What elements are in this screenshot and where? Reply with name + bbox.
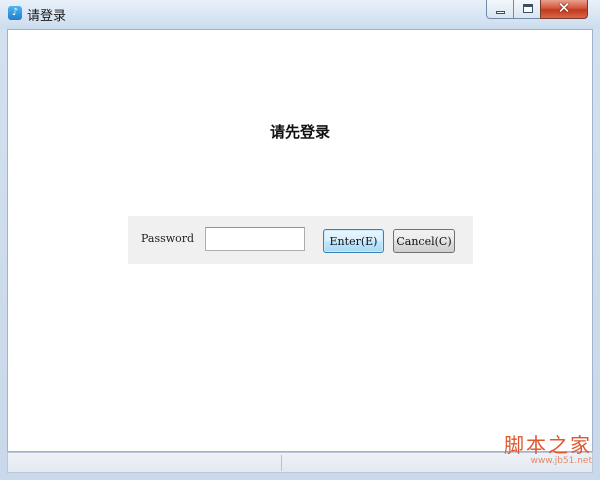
close-icon: ✕ — [557, 0, 571, 17]
status-divider — [281, 455, 282, 471]
minimize-icon — [496, 11, 505, 14]
maximize-icon — [523, 4, 533, 13]
password-label: Password — [141, 232, 195, 245]
cancel-button[interactable]: Cancel(C) — [393, 229, 455, 253]
login-panel: Password Enter(E) Cancel(C) — [128, 216, 473, 264]
close-button[interactable]: ✕ — [540, 0, 588, 19]
maximize-button[interactable] — [513, 0, 541, 19]
watermark: 脚本之家 www.jb51.net — [504, 434, 592, 467]
minimize-button[interactable] — [486, 0, 514, 19]
page-title: 请先登录 — [269, 123, 330, 141]
title-bar[interactable]: ♪ 请登录 ✕ — [0, 0, 600, 29]
app-icon: ♪ — [8, 6, 22, 20]
password-field[interactable] — [205, 227, 305, 251]
watermark-text: 脚本之家 — [504, 433, 592, 457]
window-title: 请登录 — [27, 9, 67, 24]
client-area: 请先登录 Password Enter(E) Cancel(C) — [7, 29, 593, 452]
enter-button[interactable]: Enter(E) — [323, 229, 384, 253]
watermark-url: www.jb51.net — [530, 456, 592, 466]
window-frame: ♪ 请登录 ✕ 请先登录 Password Enter(E) Cancel(C)… — [0, 0, 600, 480]
